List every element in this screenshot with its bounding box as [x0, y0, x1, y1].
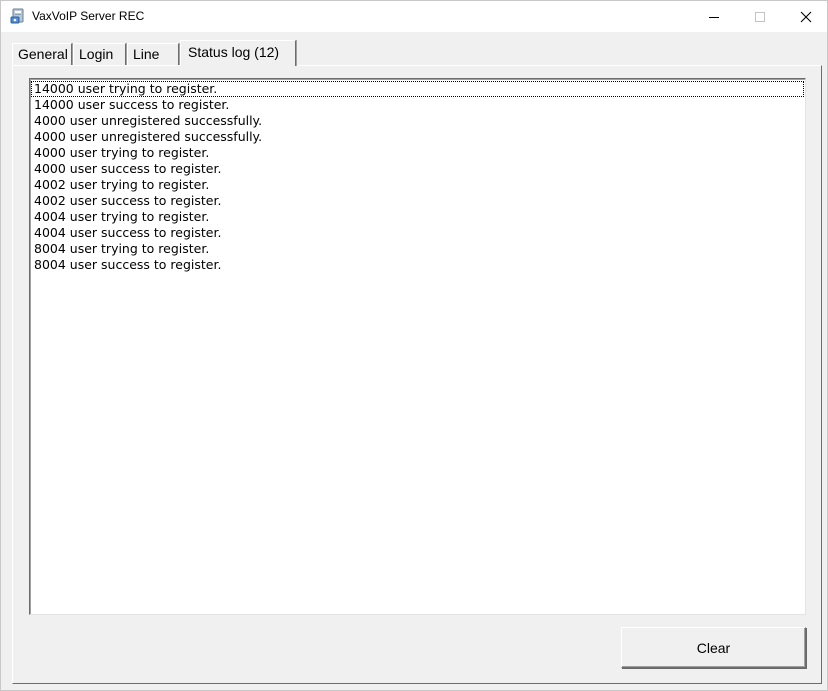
tab-general[interactable]: General [12, 43, 72, 65]
list-item[interactable]: 14000 user success to register. [31, 97, 804, 113]
close-icon [800, 11, 812, 22]
list-item[interactable]: 14000 user trying to register. [31, 81, 804, 97]
tab-line[interactable]: Line [127, 43, 179, 65]
list-item[interactable]: 4002 user success to register. [31, 193, 804, 209]
maximize-icon [755, 11, 765, 22]
tab-status-log[interactable]: Status log (12) [180, 40, 296, 66]
list-item[interactable]: 4004 user success to register. [31, 225, 804, 241]
list-item[interactable]: 8004 user success to register. [31, 257, 804, 273]
list-item[interactable]: 4000 user unregistered successfully. [31, 129, 804, 145]
maximize-button[interactable] [737, 1, 783, 32]
minimize-button[interactable] [691, 1, 737, 32]
app-icon [10, 8, 26, 24]
status-log-list[interactable]: 14000 user trying to register. 14000 user… [29, 78, 806, 615]
close-button[interactable] [783, 1, 828, 32]
app-window: VaxVoIP Server REC General Login Line St… [0, 0, 828, 691]
list-item[interactable]: 8004 user trying to register. [31, 241, 804, 257]
list-item[interactable]: 4000 user success to register. [31, 161, 804, 177]
list-item[interactable]: 4002 user trying to register. [31, 177, 804, 193]
tab-strip: General Login Line Status log (12) [1, 32, 827, 66]
tab-login[interactable]: Login [73, 43, 126, 65]
list-item[interactable]: 4000 user trying to register. [31, 145, 804, 161]
list-item[interactable]: 4004 user trying to register. [31, 209, 804, 225]
list-item[interactable]: 4000 user unregistered successfully. [31, 113, 804, 129]
title-bar[interactable]: VaxVoIP Server REC [1, 1, 827, 32]
clear-button[interactable]: Clear [621, 627, 806, 668]
window-title: VaxVoIP Server REC [32, 9, 145, 23]
minimize-icon [709, 16, 719, 18]
